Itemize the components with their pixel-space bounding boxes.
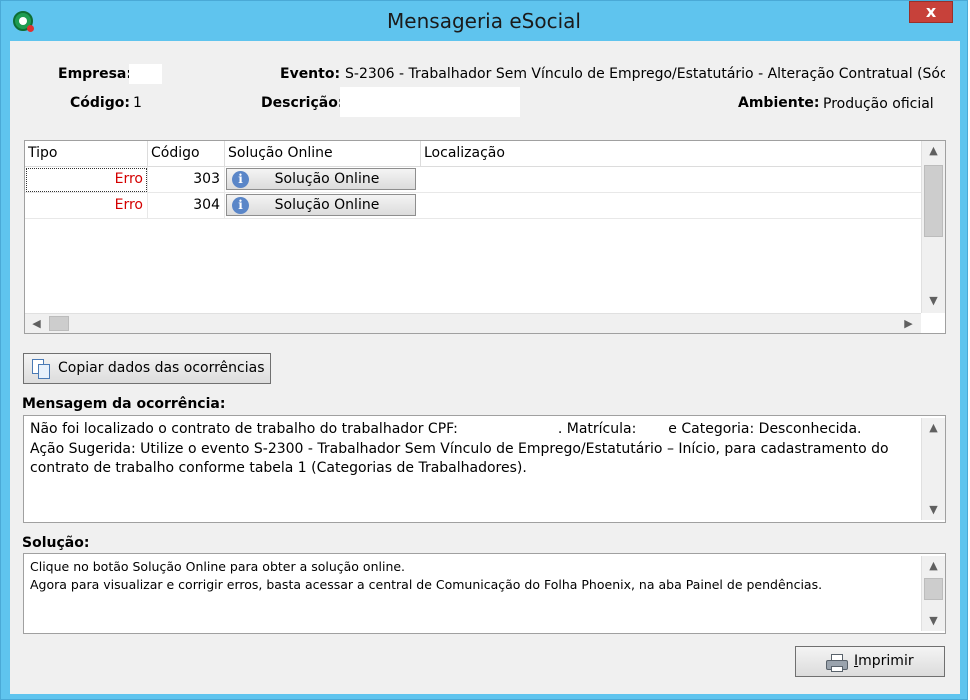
empresa-value [129, 64, 162, 84]
solucao-line2: Agora para visualizar e corrigir erros, … [30, 576, 823, 592]
column-header-tipo[interactable]: Tipo [25, 141, 148, 167]
scroll-down-icon[interactable]: ▼ [922, 291, 945, 311]
mensagem-text: Não foi localizado o contrato de trabalh… [30, 420, 915, 479]
descricao-value [340, 87, 520, 117]
copy-occurrences-button[interactable]: Copiar dados das ocorrências [23, 353, 271, 384]
mensagem-scrollbar[interactable]: ▲ ▼ [921, 418, 945, 520]
printer-icon [826, 654, 848, 672]
imprimir-label: Imprimir [854, 653, 914, 669]
scroll-down-icon[interactable]: ▼ [922, 611, 945, 631]
solucao-label: Solução: [22, 535, 90, 551]
grid-vertical-scrollbar[interactable]: ▲ ▼ [921, 141, 945, 313]
localizacao-cell[interactable] [421, 167, 921, 193]
title-bar[interactable]: Mensageria eSocial x [1, 1, 967, 41]
codigo-value: 1 [133, 95, 142, 111]
tipo-cell[interactable]: Erro [25, 193, 148, 219]
table-row[interactable]: Erro 303 i Solução Online [25, 167, 921, 193]
solucao-online-button[interactable]: i Solução Online [226, 168, 416, 190]
solucao-online-label: Solução Online [274, 197, 380, 213]
solucao-online-label: Solução Online [274, 171, 380, 187]
evento-value: S-2306 - Trabalhador Sem Vínculo de Empr… [345, 66, 945, 82]
scroll-up-icon[interactable]: ▲ [922, 141, 945, 161]
codigo-label: Código: [70, 95, 130, 111]
empresa-label: Empresa: [58, 66, 132, 82]
mensagem-line1-c: e Categoria: Desconhecida. [668, 421, 862, 437]
codigo-cell[interactable]: 304 [148, 193, 225, 219]
scroll-thumb[interactable] [924, 165, 943, 237]
ambiente-label: Ambiente: [738, 95, 820, 111]
evento-label: Evento: [280, 66, 341, 82]
solucao-text: Clique no botão Solução Online para obte… [30, 558, 915, 593]
scroll-down-icon[interactable]: ▼ [922, 500, 945, 520]
scroll-up-icon[interactable]: ▲ [922, 418, 945, 438]
close-button[interactable]: x [909, 1, 953, 23]
column-header-codigo[interactable]: Código [148, 141, 225, 167]
esocial-window: Mensageria eSocial x Empresa: Código: 1 … [0, 0, 968, 700]
mensagem-line1-a: Não foi localizado o contrato de trabalh… [30, 421, 458, 437]
mensagem-line3: contrato de trabalho conforme tabela 1 (… [30, 460, 527, 476]
scroll-thumb-horizontal[interactable] [49, 316, 69, 331]
scroll-left-icon[interactable]: ◀ [25, 314, 48, 334]
imprimir-button[interactable]: Imprimir [795, 646, 945, 677]
solucao-line1: Clique no botão Solução Online para obte… [30, 559, 406, 574]
tipo-cell[interactable]: Erro [25, 167, 148, 193]
solucao-online-button[interactable]: i Solução Online [226, 194, 416, 216]
solucao-scrollbar[interactable]: ▲ ▼ [921, 556, 945, 631]
scroll-thumb[interactable] [924, 578, 943, 600]
grid-horizontal-scrollbar[interactable]: ◀ ▶ [25, 313, 921, 333]
column-header-solucao-online[interactable]: Solução Online [225, 141, 421, 167]
copy-icon [32, 359, 52, 379]
ambiente-value: Produção oficial [823, 96, 934, 112]
descricao-label: Descrição: [261, 95, 344, 111]
mensagem-line1-b: . Matrícula: [557, 421, 637, 437]
window-title: Mensageria eSocial [387, 9, 581, 33]
localizacao-cell[interactable] [421, 193, 921, 219]
mensagem-label: Mensagem da ocorrência: [22, 396, 226, 412]
solucao-textbox[interactable]: Clique no botão Solução Online para obte… [23, 553, 946, 634]
scroll-right-icon[interactable]: ▶ [897, 314, 920, 334]
copy-occurrences-label: Copiar dados das ocorrências [58, 360, 265, 376]
scroll-up-icon[interactable]: ▲ [922, 556, 945, 576]
codigo-cell[interactable]: 303 [148, 167, 225, 193]
grid-header: Tipo Código Solução Online Localização [25, 141, 921, 167]
occurrences-grid[interactable]: Tipo Código Solução Online Localização E… [24, 140, 946, 334]
mensagem-textbox[interactable]: Não foi localizado o contrato de trabalh… [23, 415, 946, 523]
mensagem-line2: Ação Sugerida: Utilize o evento S-2300 -… [30, 440, 889, 457]
dialog-body: Empresa: Código: 1 Evento: S-2306 - Trab… [10, 41, 960, 694]
table-row[interactable]: Erro 304 i Solução Online [25, 193, 921, 219]
column-header-localizacao[interactable]: Localização [421, 141, 921, 167]
